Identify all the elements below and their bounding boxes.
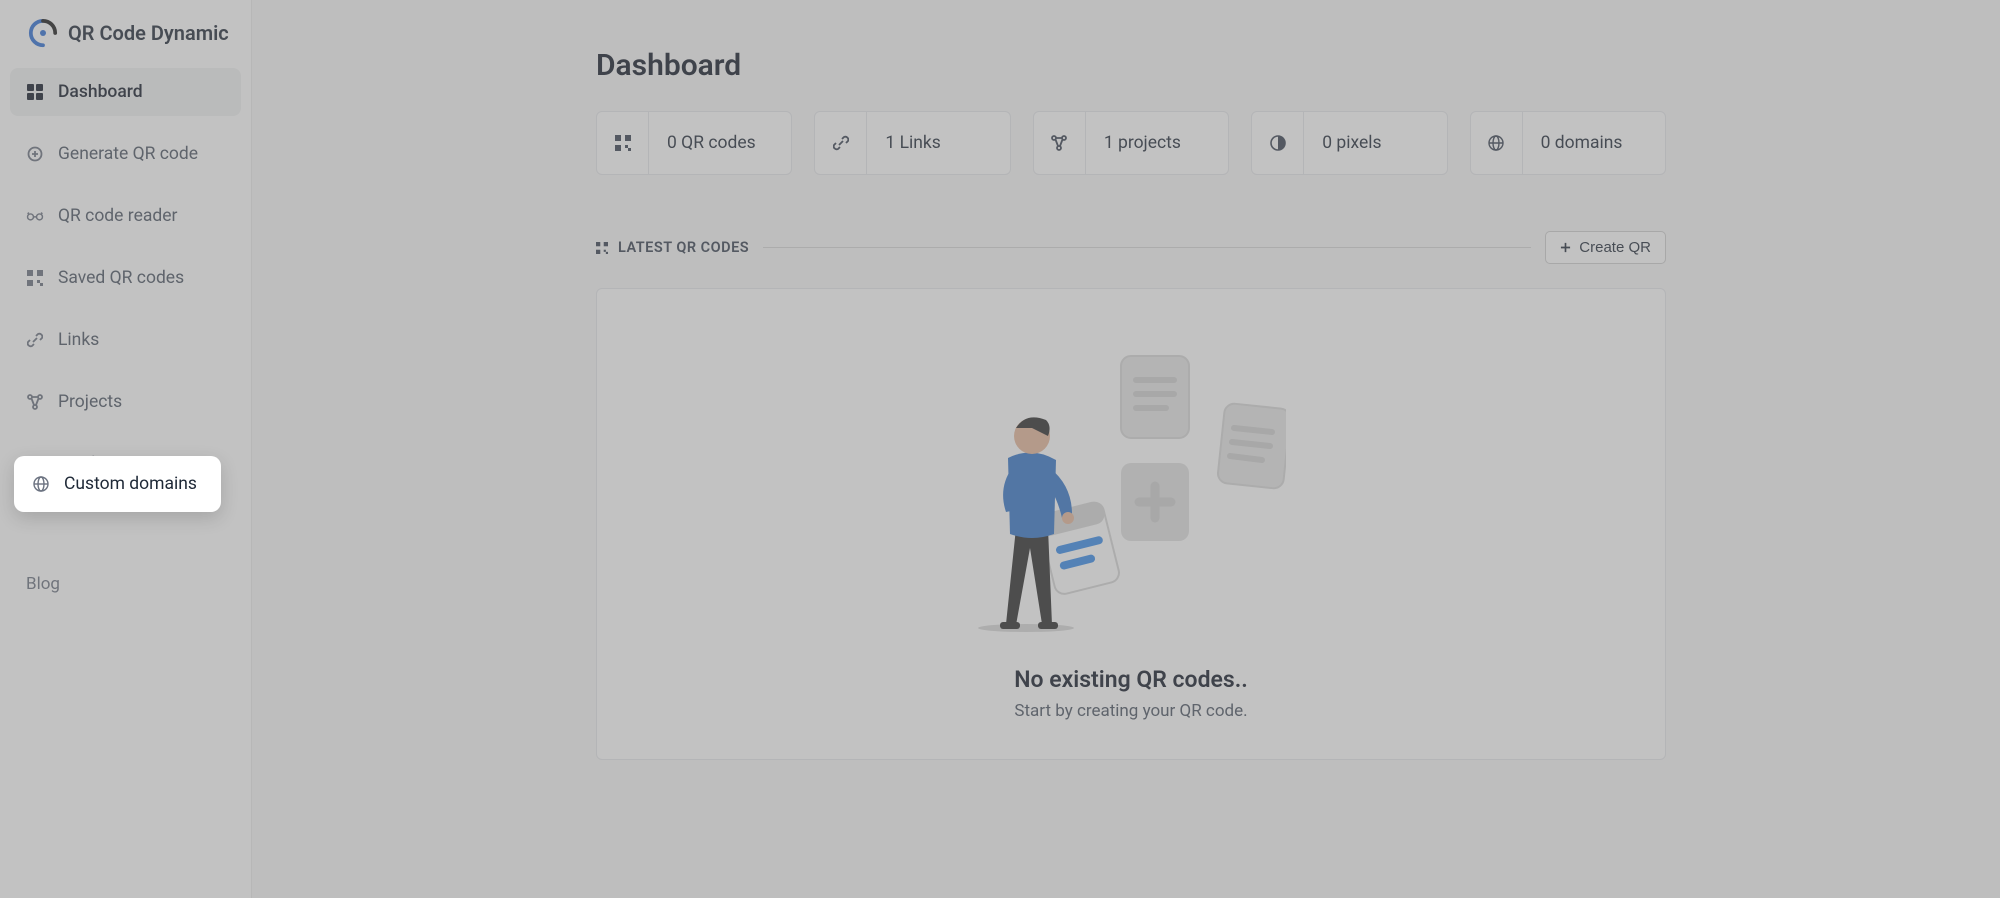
plus-circle-icon (26, 145, 44, 163)
sidebar-item-label: Generate QR code (58, 144, 198, 164)
sidebar-item-label: Blog (26, 574, 60, 594)
page-title: Dashboard (596, 48, 1666, 83)
qr-icon (26, 269, 44, 287)
brand-name: QR Code Dynamic (68, 21, 229, 45)
stat-text: 0 pixels (1304, 112, 1446, 174)
stats-row: 0 QR codes 1 Links 1 projects 0 pixels (596, 111, 1666, 175)
projects-icon (1034, 112, 1086, 174)
plus-icon (1560, 242, 1571, 253)
sidebar-item-dashboard[interactable]: Dashboard (10, 68, 241, 116)
qr-icon (597, 112, 649, 174)
qr-icon (596, 242, 608, 254)
stat-text: 1 Links (867, 112, 1009, 174)
link-icon (815, 112, 867, 174)
sidebar-item-custom-domains[interactable]: Custom domains (18, 460, 217, 508)
stat-text: 0 QR codes (649, 112, 791, 174)
stat-card-qr[interactable]: 0 QR codes (596, 111, 792, 175)
sidebar-item-label: Dashboard (58, 82, 143, 102)
divider (763, 247, 1531, 248)
sidebar: QR Code Dynamic Dashboard Generate QR co… (0, 0, 252, 898)
contrast-icon (1252, 112, 1304, 174)
sidebar-item-label: Saved QR codes (58, 268, 184, 288)
section-label-text: LATEST QR CODES (618, 239, 749, 256)
stat-text: 1 projects (1086, 112, 1228, 174)
globe-icon (32, 475, 50, 493)
sidebar-item-label: Links (58, 330, 99, 350)
empty-illustration (976, 328, 1286, 638)
link-icon (26, 331, 44, 349)
stat-card-projects[interactable]: 1 projects (1033, 111, 1229, 175)
empty-title: No existing QR codes.. (1014, 666, 1248, 693)
sidebar-item-saved[interactable]: Saved QR codes (10, 254, 241, 302)
globe-icon (1471, 112, 1523, 174)
create-qr-button[interactable]: Create QR (1545, 231, 1666, 264)
grid-icon (26, 83, 44, 101)
latest-section-header: LATEST QR CODES Create QR (596, 231, 1666, 264)
projects-icon (26, 393, 44, 411)
main-content: Dashboard 0 QR codes 1 Links 1 projects (252, 0, 2000, 898)
stat-card-domains[interactable]: 0 domains (1470, 111, 1666, 175)
stat-card-pixels[interactable]: 0 pixels (1251, 111, 1447, 175)
sidebar-item-blog[interactable]: Blog (10, 564, 241, 604)
sidebar-item-reader[interactable]: QR code reader (10, 192, 241, 240)
brand-logo[interactable]: QR Code Dynamic (0, 12, 251, 68)
sidebar-item-generate[interactable]: Generate QR code (10, 130, 241, 178)
empty-state-card: No existing QR codes.. Start by creating… (596, 288, 1666, 760)
section-label: LATEST QR CODES (596, 239, 749, 256)
onboarding-highlight: Custom domains (14, 456, 221, 512)
sidebar-item-links[interactable]: Links (10, 316, 241, 364)
stat-card-links[interactable]: 1 Links (814, 111, 1010, 175)
sidebar-nav: Dashboard Generate QR code QR code reade… (0, 68, 251, 604)
stat-text: 0 domains (1523, 112, 1665, 174)
sidebar-item-projects[interactable]: Projects (10, 378, 241, 426)
sidebar-item-label: QR code reader (58, 206, 177, 226)
sidebar-item-label: Custom domains (64, 474, 197, 494)
logo-mark-icon (28, 18, 58, 48)
create-qr-label: Create QR (1579, 239, 1651, 256)
sidebar-item-label: Projects (58, 392, 122, 412)
glasses-icon (26, 207, 44, 225)
empty-subtitle: Start by creating your QR code. (1014, 701, 1247, 721)
